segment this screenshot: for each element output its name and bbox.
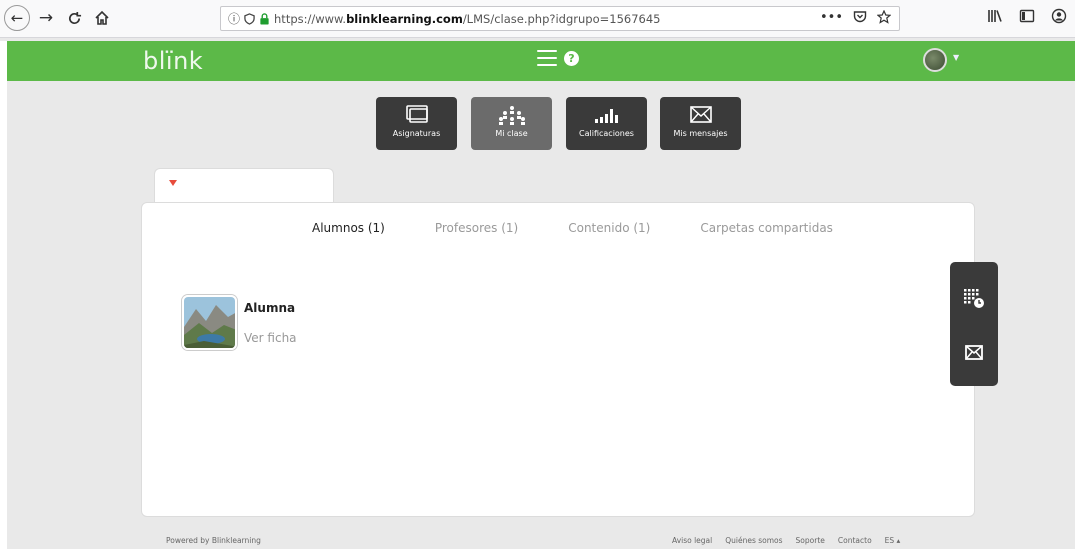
site-info-icon[interactable]: ⓘ — [221, 10, 242, 27]
module-button-mi-clase[interactable]: Mi clase — [471, 97, 552, 150]
language-selector[interactable]: ES ▴ — [885, 536, 901, 545]
url-text: https://www.blinklearning.com/LMS/clase.… — [274, 12, 660, 26]
bookmark-star-icon[interactable] — [877, 10, 891, 24]
url-path: /LMS/clase.php?idgrupo=1567645 — [462, 11, 661, 26]
module-label: Asignaturas — [392, 129, 441, 138]
chevron-down-icon[interactable]: ▼ — [953, 53, 959, 62]
account-icon[interactable] — [1051, 8, 1067, 24]
module-button-asignaturas[interactable]: Asignaturas — [376, 97, 457, 150]
powered-by[interactable]: Powered by Blinklearning — [166, 536, 261, 545]
footer-links: Aviso legal Quiénes somos Soporte Contac… — [672, 536, 900, 545]
reload-icon — [68, 11, 81, 24]
footer-link-aviso-legal[interactable]: Aviso legal — [672, 536, 712, 545]
module-label: Calificaciones — [579, 129, 634, 138]
page-edge — [0, 41, 7, 549]
mountain-landscape-image — [184, 297, 235, 348]
grid-clock-icon[interactable] — [963, 288, 985, 310]
hamburger-menu-icon[interactable] — [537, 50, 557, 66]
page-actions-menu-icon[interactable]: ••• — [820, 10, 843, 25]
bar-chart-icon — [594, 109, 618, 123]
module-label: Mi clase — [495, 129, 528, 138]
mail-icon[interactable] — [963, 342, 985, 364]
footer-link-soporte[interactable]: Soporte — [796, 536, 825, 545]
screens-icon — [405, 105, 428, 123]
url-domain: blinklearning.com — [346, 11, 463, 26]
sidebar-icon[interactable] — [1019, 8, 1035, 24]
address-bar[interactable]: ⓘ https://www.blinklearning.com/LMS/clas… — [220, 6, 900, 31]
forward-button[interactable]: → — [36, 5, 56, 31]
module-button-calificaciones[interactable]: Calificaciones — [566, 97, 647, 150]
module-label: Mis mensajes — [673, 129, 728, 138]
url-actions: ••• — [820, 10, 891, 25]
footer-link-quienes-somos[interactable]: Quiénes somos — [725, 536, 782, 545]
blink-logo[interactable]: blïnk — [143, 47, 203, 75]
library-icon[interactable] — [987, 8, 1003, 24]
module-button-mis-mensajes[interactable]: Mis mensajes — [660, 97, 741, 150]
class-panel: Alumnos (1) Profesores (1) Contenido (1)… — [141, 202, 975, 517]
back-arrow-icon: ← — [10, 9, 24, 27]
tab-profesores[interactable]: Profesores (1) — [435, 221, 518, 235]
pocket-icon[interactable] — [853, 10, 867, 24]
caret-down-icon[interactable] — [169, 180, 177, 186]
url-prefix: https://www. — [274, 11, 347, 26]
browser-toolbar: ← → ⓘ https://www.blinklearning.com/LMS/… — [0, 0, 1075, 38]
envelope-icon — [689, 106, 712, 123]
class-tabs: Alumnos (1) Profesores (1) Contenido (1)… — [312, 221, 883, 235]
class-selector-tab[interactable] — [154, 168, 334, 204]
app-header: blïnk ? ▼ — [7, 41, 1075, 81]
forward-arrow-icon: → — [38, 8, 54, 28]
tab-alumnos[interactable]: Alumnos (1) — [312, 221, 385, 235]
class-people-icon — [498, 106, 525, 125]
help-icon[interactable]: ? — [564, 51, 579, 66]
student-photo[interactable] — [182, 295, 237, 350]
footer-link-contacto[interactable]: Contacto — [838, 536, 872, 545]
student-name: Alumna — [244, 301, 296, 315]
tracking-shield-icon[interactable] — [244, 12, 255, 25]
home-icon — [95, 10, 109, 25]
side-toolbar — [950, 262, 998, 386]
tab-carpetas-compartidas[interactable]: Carpetas compartidas — [700, 221, 833, 235]
reload-button[interactable] — [64, 5, 84, 31]
home-button[interactable] — [92, 5, 112, 31]
user-avatar[interactable] — [923, 48, 947, 72]
back-button[interactable]: ← — [4, 5, 30, 31]
lock-icon — [260, 12, 269, 24]
browser-tools — [987, 8, 1067, 24]
tab-contenido[interactable]: Contenido (1) — [568, 221, 650, 235]
view-profile-link[interactable]: Ver ficha — [244, 331, 297, 345]
